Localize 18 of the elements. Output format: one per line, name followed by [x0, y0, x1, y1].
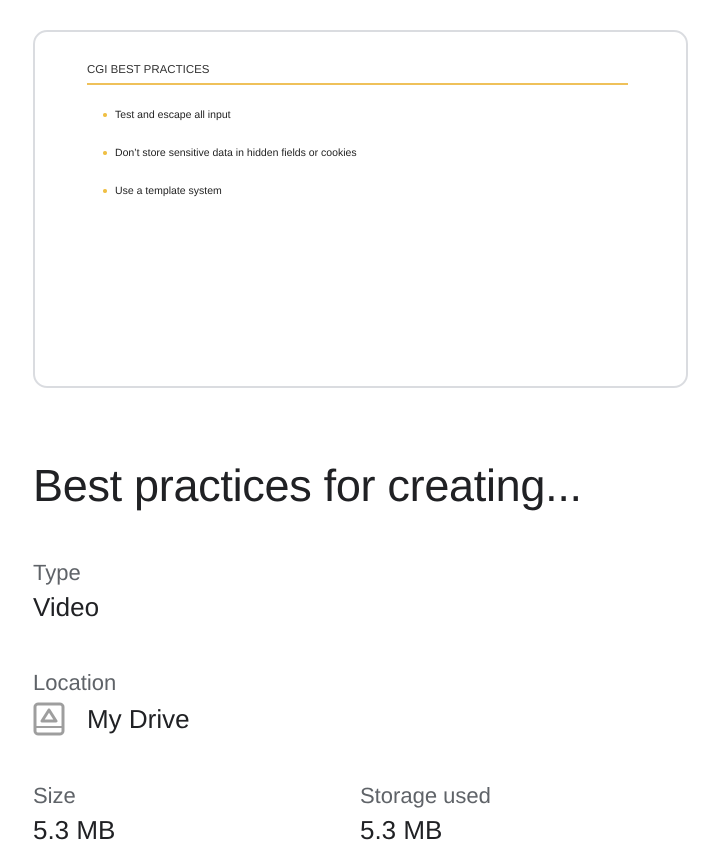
detail-label: Type — [33, 560, 82, 586]
bullet-dot — [103, 189, 107, 193]
drive-icon — [33, 702, 65, 736]
bullet-dot — [103, 151, 107, 155]
detail-value: Video — [33, 592, 100, 623]
detail-value: 5.3 MB — [33, 815, 116, 846]
bullet-text: Don’t store sensitive data in hidden fields or cookies — [115, 147, 357, 159]
detail-label: Location — [33, 670, 118, 696]
bullet-text: Test and escape all input — [115, 109, 231, 121]
video-preview[interactable]: CGI BEST PRACTICES Test and escape all input Don’t store sensitive data in hidden fields or cookies Use a template system — [33, 30, 688, 388]
detail-value: My Drive — [87, 704, 190, 734]
slide-title: CGI BEST PRACTICES — [87, 64, 210, 76]
file-title: Best practices for creating... — [33, 460, 583, 512]
detail-label: Storage used — [360, 783, 492, 809]
bullet-dot — [103, 113, 107, 117]
detail-value: 5.3 MB — [360, 815, 444, 846]
bullet-text: Use a template system — [115, 185, 222, 197]
detail-label: Size — [33, 783, 77, 809]
